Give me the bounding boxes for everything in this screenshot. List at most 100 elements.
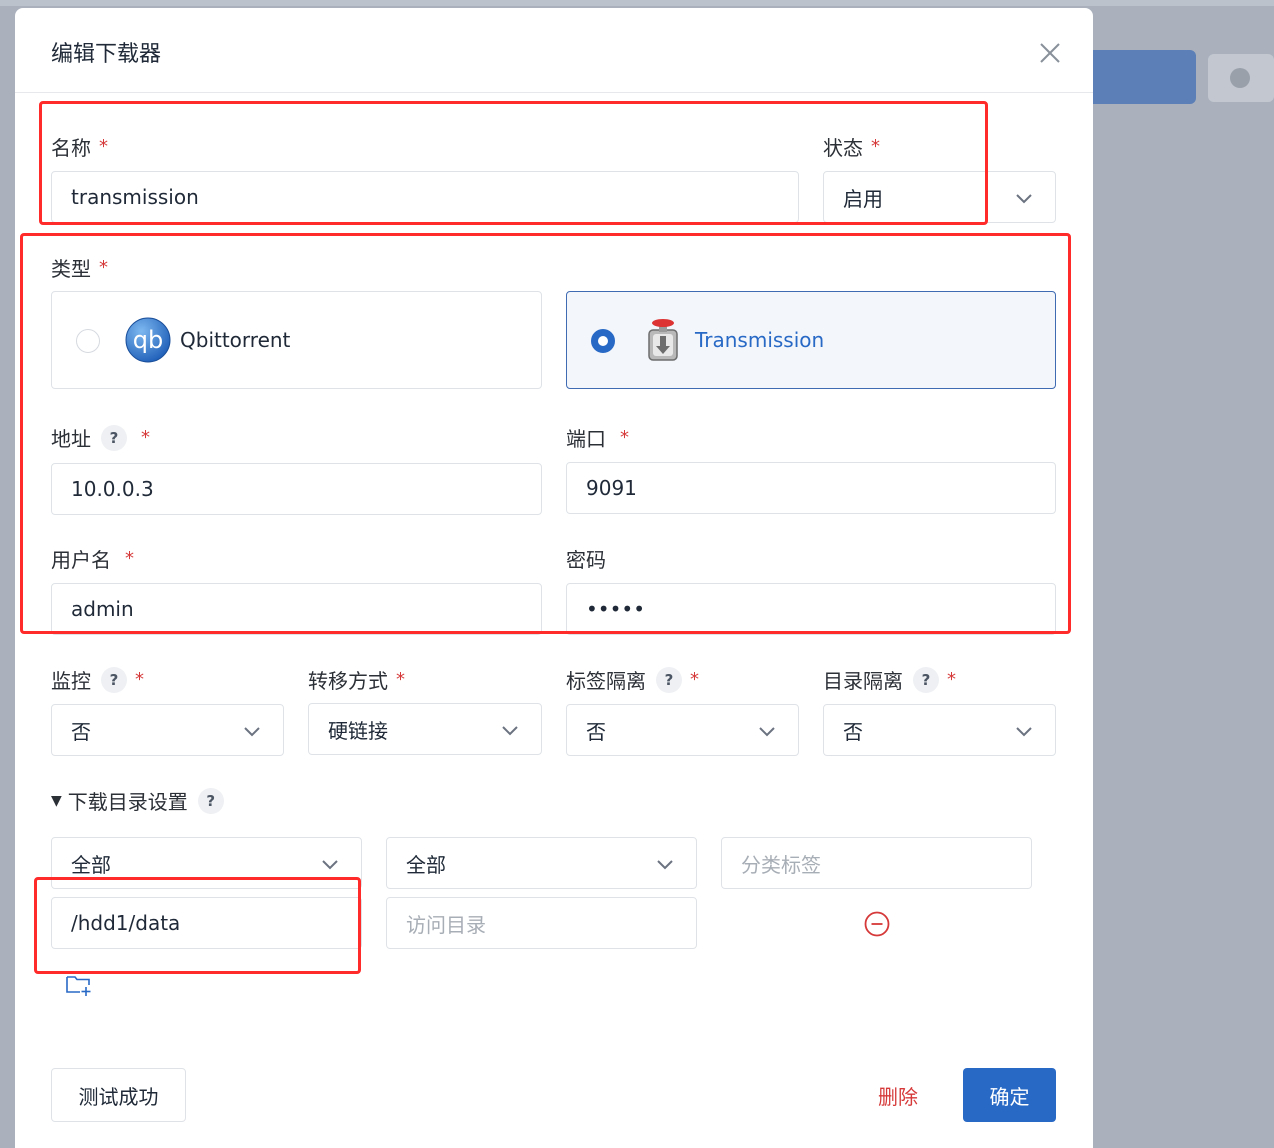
port-label: 端口 * [566,423,629,452]
chevron-down-icon [657,860,673,870]
tag-isolation-help-icon[interactable]: ? [656,666,682,693]
media-type-select[interactable]: 全部 [51,837,362,889]
access-dir-placeholder: 访问目录 [406,912,486,937]
background-settings-button [1208,54,1274,102]
background-page-strip [0,0,1274,6]
name-label-text: 名称 [51,136,91,160]
download-dirs-label: 下载目录设置 [67,790,188,814]
download-dirs-help-icon[interactable]: ? [197,787,224,814]
type-label-text: 类型 [51,257,91,281]
tag-isolation-value: 否 [586,719,606,744]
status-value: 启用 [843,186,883,211]
host-help-icon[interactable]: ? [101,424,127,451]
media-type-value: 全部 [71,852,111,877]
monitor-help-icon[interactable]: ? [101,666,127,693]
host-label-text: 地址 [51,427,91,451]
username-label: 用户名 * [51,544,134,573]
delete-button[interactable]: 删除 [865,1068,931,1122]
chevron-down-icon [759,727,775,737]
dir-isolation-select[interactable]: 否 [823,704,1056,756]
tag-input[interactable]: 分类标签 [721,837,1032,889]
qbittorrent-label: Qbittorrent [180,328,291,352]
dir-isolation-label: 目录隔离? * [823,665,956,694]
save-path-input[interactable]: /hdd1/data [51,897,362,949]
chevron-down-icon [1016,194,1032,204]
dir-isolation-help-icon[interactable]: ? [913,666,939,693]
add-dir-button[interactable] [65,970,93,998]
chevron-down-icon [244,727,260,737]
required-mark: * [690,669,699,690]
required-mark: * [141,427,150,448]
monitor-label-text: 监控 [51,669,91,693]
required-mark: * [99,257,108,278]
transfer-label: 转移方式 * [308,665,405,694]
name-input[interactable]: transmission [51,171,799,223]
password-value: ••••• [586,597,645,621]
category-value: 全部 [406,852,446,877]
tag-isolation-label-text: 标签隔离 [566,669,646,693]
monitor-label: 监控? * [51,665,144,694]
type-option-qbittorrent[interactable]: qb Qbittorrent [51,291,542,389]
type-label: 类型 * [51,253,108,282]
tag-placeholder: 分类标签 [741,852,821,877]
port-input[interactable]: 9091 [566,462,1056,514]
transmission-logo-icon [648,319,678,361]
confirm-button[interactable]: 确定 [963,1068,1056,1122]
required-mark: * [125,548,134,569]
required-mark: * [396,669,405,690]
download-dirs-toggle[interactable]: ▼ 下载目录设置 ? [51,786,224,815]
close-button[interactable] [1035,38,1065,68]
svg-text:qb: qb [133,326,163,354]
folder-plus-icon [66,976,91,996]
username-input[interactable]: admin [51,583,542,635]
chevron-down-icon [1016,727,1032,737]
required-mark: * [135,669,144,690]
tag-isolation-label: 标签隔离? * [566,665,699,694]
transmission-radio[interactable] [591,329,615,353]
dir-isolation-label-text: 目录隔离 [823,669,903,693]
type-option-transmission[interactable]: Transmission [566,291,1056,389]
port-label-text: 端口 [566,427,606,451]
qbittorrent-radio[interactable] [76,329,100,353]
required-mark: * [620,427,629,448]
remove-dir-button[interactable] [863,910,891,938]
transfer-label-text: 转移方式 [308,669,388,693]
status-select[interactable]: 启用 [823,171,1056,223]
required-mark: * [947,669,956,690]
minus-circle-icon [864,911,890,937]
chevron-down-icon [502,726,518,736]
test-connection-button[interactable]: 测试成功 [51,1068,186,1122]
host-input[interactable]: 10.0.0.3 [51,463,542,515]
required-mark: * [99,136,108,157]
access-dir-input[interactable]: 访问目录 [386,897,697,949]
save-path-value: /hdd1/data [71,911,181,935]
password-input[interactable]: ••••• [566,583,1056,635]
host-label: 地址? * [51,423,150,452]
monitor-select[interactable]: 否 [51,704,284,756]
caret-down-icon: ▼ [51,792,62,809]
dialog-title: 编辑下载器 [51,42,162,67]
host-value: 10.0.0.3 [71,477,154,501]
status-label: 状态 * [823,132,880,161]
category-select[interactable]: 全部 [386,837,697,889]
background-primary-button [1080,50,1196,104]
name-value: transmission [71,185,199,209]
required-mark: * [871,136,880,157]
username-label-text: 用户名 [51,548,111,572]
background-gear-icon [1230,68,1250,88]
password-label: 密码 [566,544,606,573]
transfer-select[interactable]: 硬链接 [308,703,542,755]
edit-downloader-dialog: 编辑下载器 名称 * transmission 状态 * 启用 类型 * qb … [15,8,1093,1148]
dialog-header: 编辑下载器 [15,8,1093,93]
chevron-down-icon [322,860,338,870]
status-label-text: 状态 [823,136,863,160]
tag-isolation-select[interactable]: 否 [566,704,799,756]
name-label: 名称 * [51,132,108,161]
password-label-text: 密码 [566,548,606,572]
port-value: 9091 [586,476,637,500]
transfer-value: 硬链接 [328,718,388,743]
dir-isolation-value: 否 [843,719,863,744]
monitor-value: 否 [71,719,91,744]
close-icon [1040,43,1060,63]
username-value: admin [71,597,134,621]
